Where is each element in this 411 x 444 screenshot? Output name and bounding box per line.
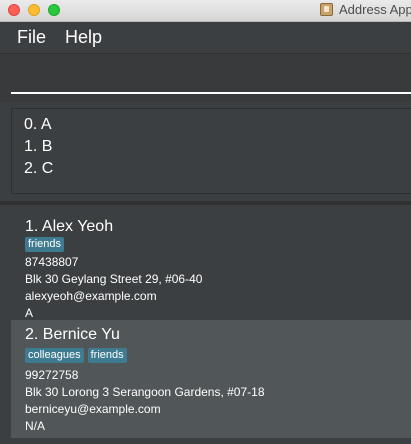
result-line: 1. B	[24, 138, 53, 155]
person-card[interactable]: 1. Alex Yeoh friends 87438807 Blk 30 Gey…	[11, 212, 411, 320]
address-book-icon	[320, 3, 333, 16]
close-window-button[interactable]	[8, 4, 20, 16]
person-phone: 87438807	[25, 255, 79, 269]
tag-badge: friends	[87, 348, 127, 363]
menu-file[interactable]: File	[17, 27, 46, 48]
zoom-window-button[interactable]	[48, 4, 60, 16]
person-name-line: 2. Bernice Yu	[25, 326, 120, 344]
result-line: 2. C	[24, 160, 54, 177]
command-input[interactable]	[11, 64, 411, 94]
person-name-line: 1. Alex Yeoh	[25, 218, 113, 236]
person-phone: 99272758	[25, 368, 79, 382]
person-address: Blk 30 Lorong 3 Serangoon Gardens, #07-1…	[25, 385, 265, 399]
tag-badge: colleagues	[25, 348, 84, 363]
tag-badge: friends	[25, 237, 65, 252]
minimize-window-button[interactable]	[28, 4, 40, 16]
menu-bar: File Help	[0, 22, 411, 54]
person-name: Alex Yeoh	[41, 218, 114, 235]
person-extra: A	[25, 306, 34, 320]
divider	[0, 201, 411, 205]
result-line: 0. A	[24, 116, 52, 133]
tag-list: colleagues friends	[25, 348, 127, 363]
person-address: Blk 30 Geylang Street 29, #06-40	[25, 272, 203, 286]
person-email: alexyeoh@example.com	[25, 289, 157, 303]
command-box	[0, 54, 411, 102]
window-title-text: Address App	[339, 2, 411, 17]
person-list: 1. Alex Yeoh friends 87438807 Blk 30 Gey…	[11, 212, 411, 444]
menu-help[interactable]: Help	[65, 27, 102, 48]
title-bar: Address App	[0, 0, 411, 22]
person-name: Bernice Yu	[42, 326, 120, 343]
person-index: 2.	[25, 326, 39, 343]
window-title: Address App	[320, 2, 411, 17]
person-email: berniceyu@example.com	[25, 402, 161, 416]
result-display: 0. A 1. B 2. C	[11, 108, 411, 194]
person-extra: N/A	[25, 419, 46, 433]
person-index: 1.	[25, 218, 39, 235]
tag-list: friends	[25, 237, 65, 252]
person-card-selected[interactable]: 2. Bernice Yu colleagues friends 9927275…	[11, 320, 411, 438]
